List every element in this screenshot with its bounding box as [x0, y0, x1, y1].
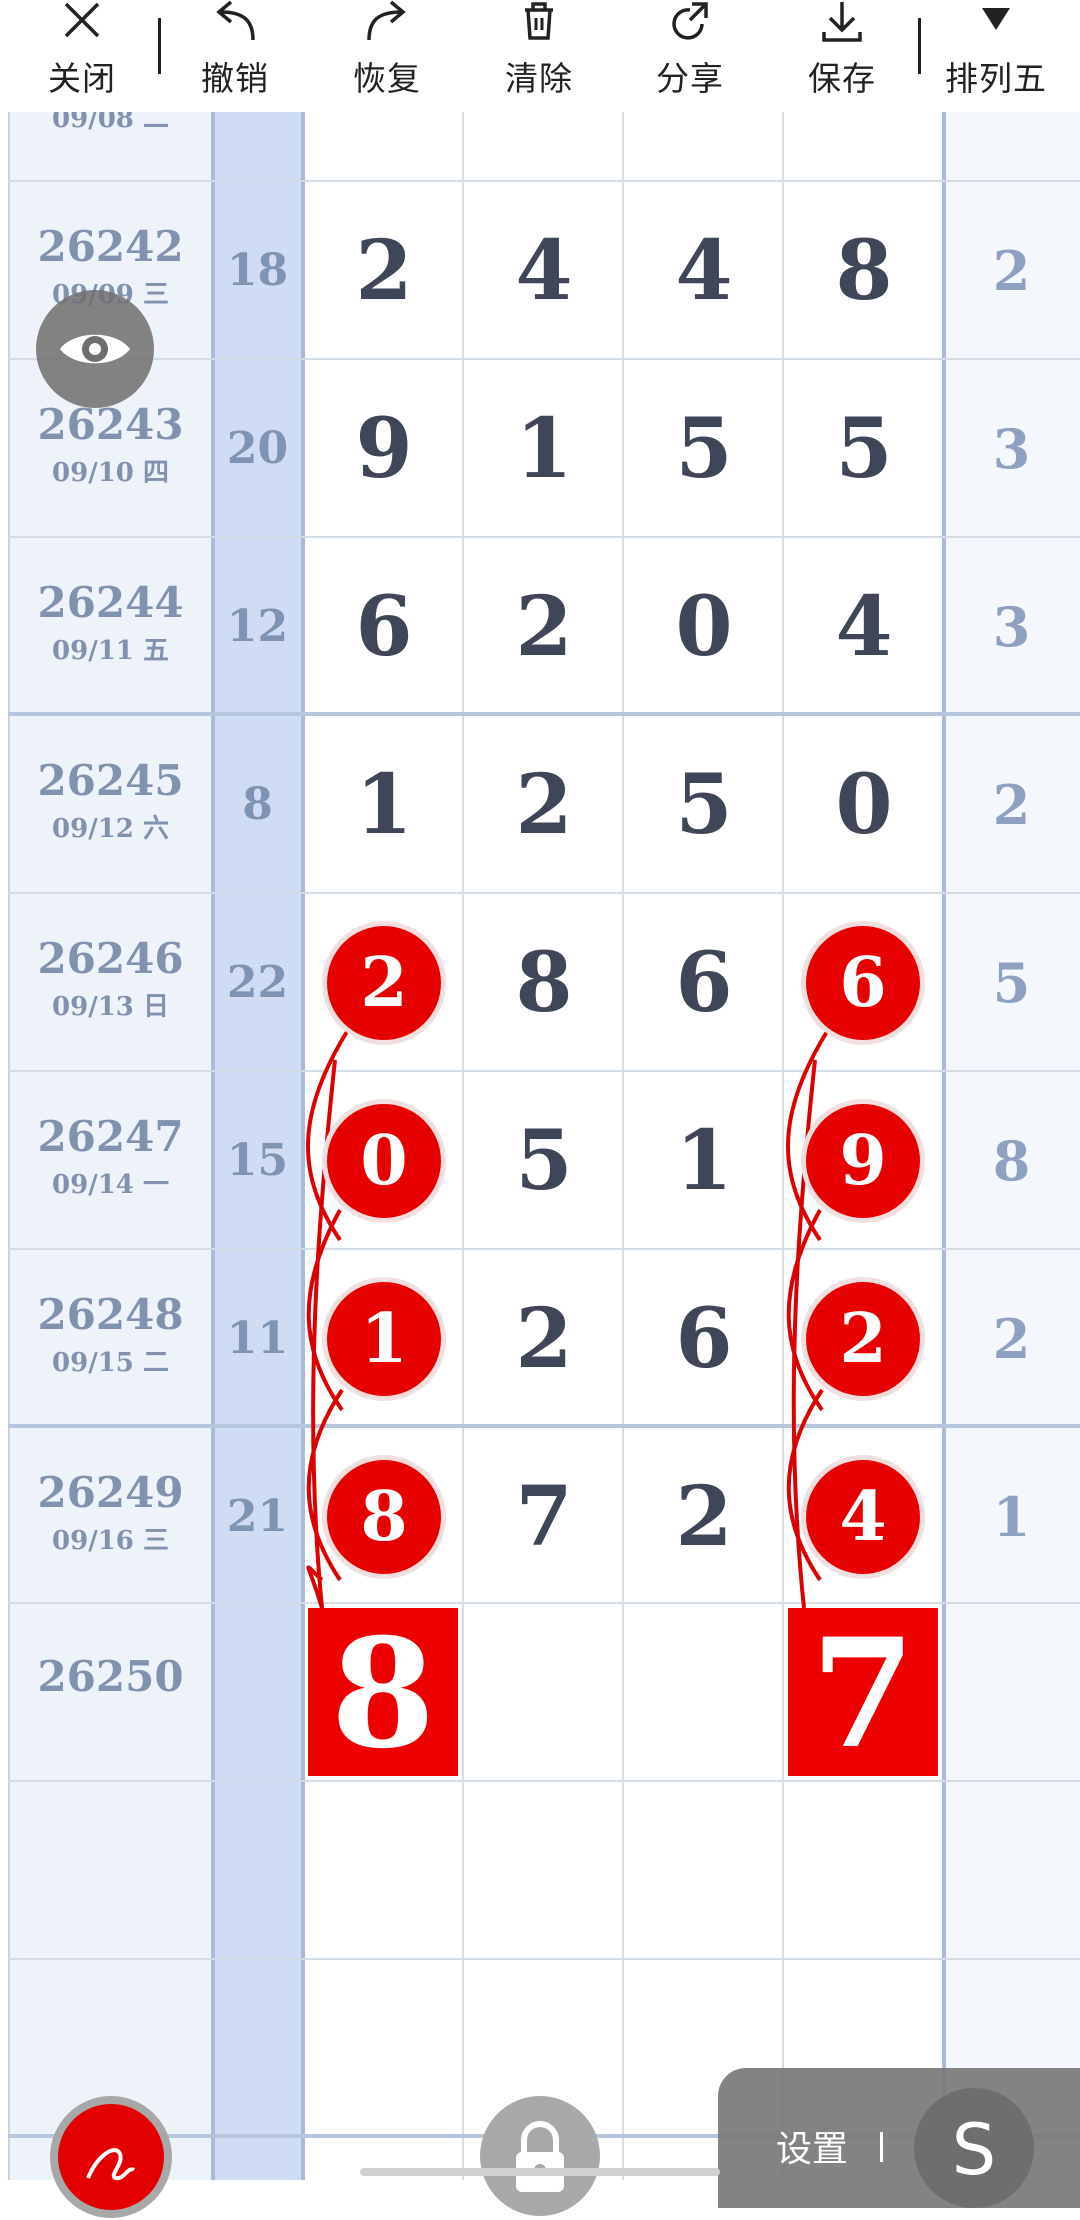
- share-label: 分享: [656, 59, 724, 98]
- circled-digit[interactable]: 2: [327, 926, 441, 1040]
- clear-label: 清除: [505, 59, 573, 98]
- caret-down-icon: [982, 8, 1010, 30]
- toolbar-separator: [158, 18, 161, 74]
- pen-icon: [86, 2148, 136, 2181]
- eye-icon: [60, 334, 130, 364]
- circled-digit[interactable]: 0: [327, 1104, 441, 1218]
- circled-digit[interactable]: 6: [806, 926, 920, 1040]
- prediction-box[interactable]: 7: [788, 1608, 938, 1780]
- undo-label: 撤销: [201, 59, 269, 98]
- circled-digit[interactable]: 8: [327, 1460, 441, 1574]
- redo-label: 恢复: [353, 59, 421, 98]
- close-icon: [64, 2, 100, 38]
- download-icon: [822, 2, 862, 42]
- chart-grid: 09/08 二 6 5 6 7 5 26242 09/09 三 18 2 4 4…: [0, 0, 1080, 2180]
- circled-digit[interactable]: 9: [806, 1104, 920, 1218]
- circled-digit[interactable]: 4: [806, 1460, 920, 1574]
- toggle-visibility-button[interactable]: [36, 290, 154, 408]
- settings-separator: [880, 2132, 883, 2162]
- s-button[interactable]: S: [914, 2088, 1034, 2208]
- lottery-label: 排列五: [945, 59, 1047, 98]
- settings-button[interactable]: 设置: [776, 2120, 848, 2172]
- circled-digit[interactable]: 2: [806, 1282, 920, 1396]
- save-button[interactable]: 保存: [772, 0, 912, 112]
- close-button[interactable]: 关闭: [12, 0, 152, 112]
- settings-panel: 设置 S: [718, 2068, 1080, 2208]
- home-indicator[interactable]: [360, 2168, 720, 2176]
- toolbar-separator: [918, 18, 921, 74]
- circled-digit[interactable]: 1: [327, 1282, 441, 1396]
- undo-icon: [216, 0, 255, 41]
- toolbar: 关闭 撤销 恢复 清除 分享 保存 排列五: [0, 0, 1080, 112]
- clear-button[interactable]: 清除: [469, 0, 609, 112]
- share-button[interactable]: 分享: [620, 0, 760, 112]
- prediction-box[interactable]: 8: [308, 1608, 458, 1780]
- lock-icon: [516, 2121, 564, 2192]
- pen-tool-button[interactable]: [50, 2096, 172, 2218]
- redo-button[interactable]: 恢复: [317, 0, 457, 112]
- pen-tool-inner: [58, 2104, 164, 2210]
- lottery-select-button[interactable]: 排列五: [926, 0, 1066, 112]
- share-icon: [672, 2, 708, 40]
- lock-button[interactable]: [480, 2096, 600, 2216]
- undo-button[interactable]: 撤销: [165, 0, 305, 112]
- save-label: 保存: [808, 59, 876, 98]
- trash-icon: [525, 2, 553, 40]
- redo-icon: [367, 0, 406, 41]
- close-label: 关闭: [48, 59, 116, 98]
- trend-curves: [306, 1028, 830, 1609]
